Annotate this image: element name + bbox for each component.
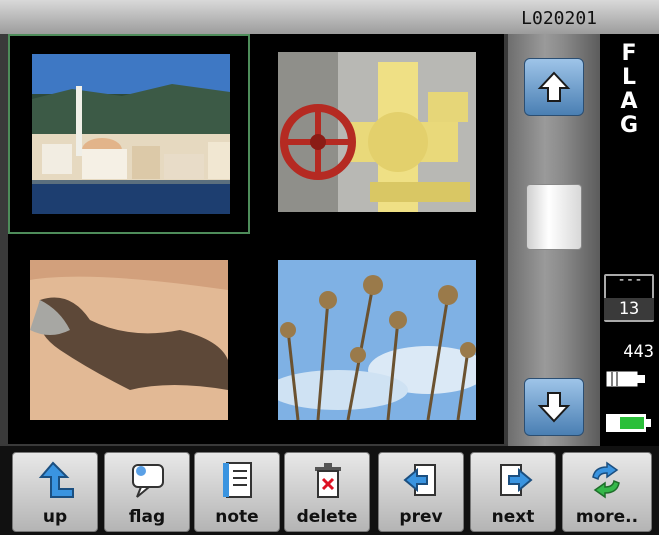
folder-id-label: L020201 <box>521 8 597 29</box>
note-button[interactable]: note <box>194 452 280 532</box>
thumbnail-cell-3[interactable] <box>8 242 250 442</box>
thumbnail-image-harbor-town <box>32 54 230 214</box>
prev-icon <box>403 464 436 496</box>
thumbnail-image-dry-flowers <box>278 260 476 420</box>
more-button[interactable]: more.. <box>562 452 652 532</box>
trash-icon <box>315 463 341 498</box>
device-screen: L020201 F L A G --- 13 443 up flag note … <box>0 0 659 535</box>
note-icon <box>223 462 252 498</box>
flag-bubble-icon <box>132 464 164 498</box>
status-bar: L020201 <box>0 0 659 34</box>
scroll-thumb[interactable] <box>526 184 582 250</box>
arrow-up-icon <box>537 71 571 102</box>
folder-count: 13 <box>604 298 654 320</box>
mode-label: F L A G <box>619 41 639 138</box>
image-count: 443 <box>623 342 654 362</box>
thumbnail-cell-1[interactable] <box>8 34 250 234</box>
folder-dashes: --- <box>617 272 643 288</box>
bottom-toolbar: up flag note delete prev next more.. <box>0 446 659 535</box>
memory-card-icon <box>606 371 645 387</box>
scrollbar[interactable] <box>508 34 600 446</box>
scroll-up-button[interactable] <box>524 58 584 116</box>
thumbnail-grid <box>8 34 504 444</box>
scroll-down-button[interactable] <box>524 378 584 436</box>
delete-button[interactable]: delete <box>284 452 370 532</box>
battery-icon <box>606 414 651 432</box>
up-arrow-icon <box>38 461 74 498</box>
side-panel: F L A G --- 13 443 <box>600 34 659 446</box>
thumbnail-cell-4[interactable] <box>256 242 498 442</box>
next-button[interactable]: next <box>470 452 556 532</box>
next-icon <box>500 464 533 496</box>
thumbnail-image-sand-shadow <box>30 260 228 420</box>
refresh-arrows-icon <box>592 461 620 499</box>
up-button[interactable]: up <box>12 452 98 532</box>
flag-button[interactable]: flag <box>104 452 190 532</box>
arrow-down-icon <box>537 392 571 423</box>
thumbnail-image-pipes-valve <box>278 52 476 212</box>
prev-button[interactable]: prev <box>378 452 464 532</box>
thumbnail-cell-2[interactable] <box>256 34 498 234</box>
